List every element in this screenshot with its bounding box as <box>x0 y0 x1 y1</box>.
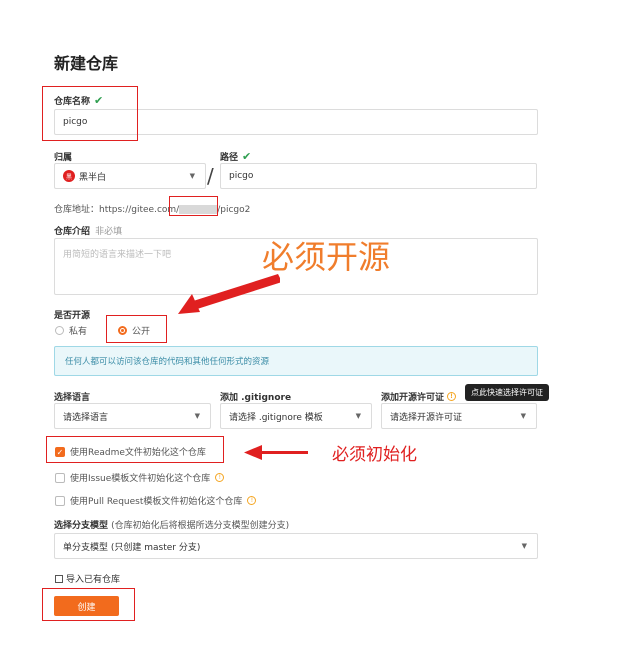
repo-url: 仓库地址：https://gitee.com/ /picgo2 <box>54 202 250 215</box>
arrow-line <box>190 274 280 310</box>
gitignore-select[interactable]: 请选择 .gitignore 模板 ▼ <box>220 403 372 429</box>
license-tooltip: 点此快速选择许可证 <box>465 384 549 401</box>
arrow-line <box>258 451 308 454</box>
branch-model-value: 单分支模型 (只创建 master 分支) <box>63 542 201 553</box>
intro-optional: 非必填 <box>95 227 123 237</box>
owner-select[interactable]: 黑 黑半白 ▼ <box>54 163 206 189</box>
avatar: 黑 <box>63 170 75 182</box>
import-repo-label: 导入已有仓库 <box>66 575 121 585</box>
highlight-box-readme <box>46 436 224 463</box>
import-icon <box>55 574 63 583</box>
path-label: 路径 ✔ <box>220 150 251 163</box>
path-input[interactable]: picgo <box>220 163 537 189</box>
highlight-box-create <box>42 588 135 621</box>
repo-url-suffix: /picgo2 <box>217 205 251 215</box>
annotation-open-source: 必须开源 <box>262 238 391 276</box>
path-value: picgo <box>229 171 254 181</box>
chevron-down-icon: ▼ <box>189 172 195 180</box>
intro-label: 仓库介绍 非必填 <box>54 224 122 237</box>
init-pr-option[interactable]: 使用Pull Request模板文件初始化这个仓库 ! <box>55 494 257 507</box>
gitignore-label: 添加 .gitignore <box>220 393 292 403</box>
chevron-down-icon: ▼ <box>194 412 200 420</box>
info-icon[interactable]: ! <box>247 496 257 505</box>
license-value: 请选择开源许可证 <box>390 412 463 423</box>
open-source-notice: 任何人都可以访问该仓库的代码和其他任何形式的资源 <box>54 346 538 376</box>
license-select[interactable]: 请选择开源许可证 ▼ <box>381 403 537 429</box>
gitignore-value: 请选择 .gitignore 模板 <box>229 412 323 423</box>
info-icon[interactable]: ! <box>447 392 457 401</box>
owner-label: 归属 <box>54 153 73 163</box>
license-label: 添加开源许可证 ! <box>381 390 457 403</box>
init-pr-label: 使用Pull Request模板文件初始化这个仓库 <box>70 497 243 507</box>
check-icon: ✔ <box>242 150 252 163</box>
checkbox-icon[interactable] <box>55 472 65 483</box>
arrow-annotation-open-source <box>178 274 280 314</box>
checkbox-icon[interactable] <box>55 495 65 506</box>
license-label-text: 添加开源许可证 <box>381 393 445 403</box>
language-value: 请选择语言 <box>63 412 109 423</box>
highlight-box-public <box>106 315 167 343</box>
branch-model-hint: (仓库初始化后将根据所选分支模型创建分支) <box>111 521 290 531</box>
chevron-down-icon: ▼ <box>520 412 526 420</box>
info-icon[interactable]: ! <box>215 473 225 482</box>
path-label-text: 路径 <box>220 153 239 163</box>
highlight-box-url <box>169 196 218 216</box>
arrow-head <box>244 445 262 460</box>
chevron-down-icon: ▼ <box>355 412 361 420</box>
branch-model-label-text: 选择分支模型 <box>54 521 109 531</box>
path-separator: / <box>207 164 214 188</box>
language-select[interactable]: 请选择语言 ▼ <box>54 403 211 429</box>
language-label: 选择语言 <box>54 393 91 403</box>
radio-private-label: 私有 <box>69 327 88 337</box>
repo-url-label: 仓库地址： <box>54 205 100 215</box>
annotation-init: 必须初始化 <box>332 445 417 465</box>
import-repo-link[interactable]: 导入已有仓库 <box>55 572 120 585</box>
page-title: 新建仓库 <box>54 54 119 73</box>
branch-model-label: 选择分支模型 (仓库初始化后将根据所选分支模型创建分支) <box>54 518 289 531</box>
chevron-down-icon: ▼ <box>521 542 527 550</box>
repo-url-prefix: https://gitee.com/ <box>99 205 180 215</box>
arrow-annotation-init <box>244 445 308 460</box>
open-source-label: 是否开源 <box>54 311 91 321</box>
init-issue-option[interactable]: 使用Issue模板文件初始化这个仓库 ! <box>55 471 225 484</box>
intro-label-text: 仓库介绍 <box>54 227 91 237</box>
owner-value: 黑半白 <box>79 172 107 183</box>
branch-model-select[interactable]: 单分支模型 (只创建 master 分支) ▼ <box>54 533 538 559</box>
radio-private-circle <box>55 326 64 335</box>
highlight-box-repo-name <box>42 86 138 141</box>
radio-private[interactable]: 私有 <box>55 324 87 337</box>
intro-placeholder: 用简短的语言来描述一下吧 <box>63 250 172 260</box>
init-issue-label: 使用Issue模板文件初始化这个仓库 <box>70 474 211 484</box>
